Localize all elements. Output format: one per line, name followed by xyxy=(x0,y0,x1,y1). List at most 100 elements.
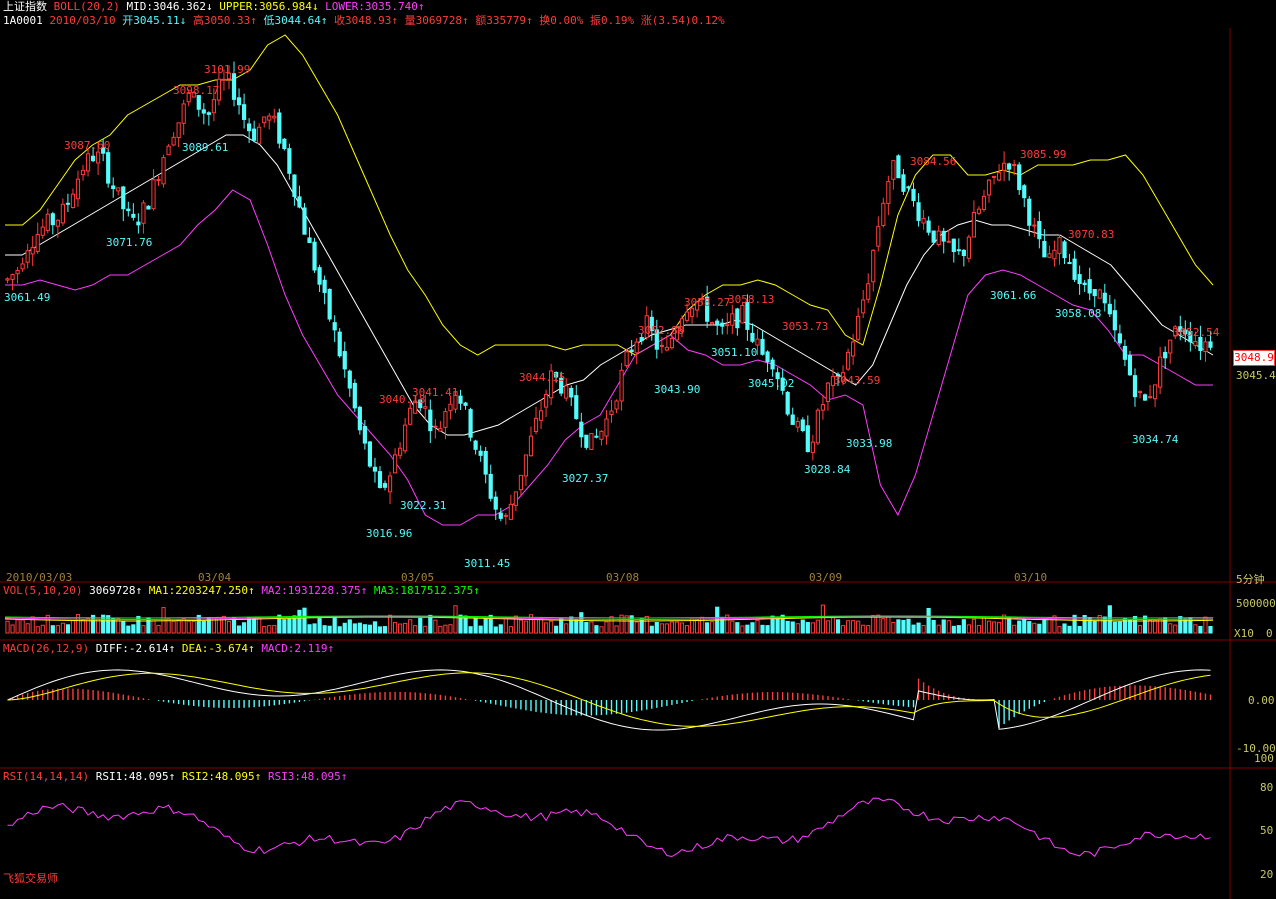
candle-body xyxy=(1022,185,1027,199)
candle-body xyxy=(297,196,302,208)
volume-bar xyxy=(664,623,669,634)
rsi-axis-20: 20 xyxy=(1260,868,1274,881)
volume-bar xyxy=(453,605,458,634)
low-price-mark: 3051.10 xyxy=(711,346,758,359)
candle-body xyxy=(1047,253,1052,258)
candle-body xyxy=(181,103,186,124)
candle-body xyxy=(956,249,961,252)
candle-body xyxy=(80,169,86,176)
volume-bar xyxy=(790,621,795,634)
volume-bar xyxy=(317,618,322,634)
candle-body xyxy=(720,322,725,327)
vol-header: VOL(5,10,20) 3069728↑ MA1:2203247.250↑ M… xyxy=(3,584,480,597)
volume-bar xyxy=(131,624,136,634)
volume-bar xyxy=(1132,616,1138,634)
candle-body xyxy=(131,213,136,218)
volume-bar xyxy=(533,618,539,634)
candle-body xyxy=(206,112,211,115)
date-label: 03/08 xyxy=(606,571,640,584)
volume-bar xyxy=(564,623,569,634)
volume-bar xyxy=(966,624,971,634)
candle-body xyxy=(352,382,357,409)
volume-bar xyxy=(428,614,433,634)
volume-bar xyxy=(403,622,408,634)
candle-body xyxy=(906,186,911,189)
candle-body xyxy=(252,128,257,141)
volume-bar xyxy=(554,625,559,634)
low-price-mark: 3011.45 xyxy=(464,557,511,570)
candle-body xyxy=(886,181,891,204)
volume-bar xyxy=(574,618,579,634)
candle-body xyxy=(468,409,473,438)
low-price-mark: 3028.84 xyxy=(804,463,851,476)
candle-body xyxy=(790,414,795,425)
volume-bar xyxy=(1147,619,1153,634)
volume-bar xyxy=(1007,616,1012,634)
macd-axis-zero: 0.00 xyxy=(1248,694,1275,707)
volume-bar xyxy=(287,618,292,634)
candle-body xyxy=(126,208,131,212)
volume-bar xyxy=(649,625,654,634)
date-label: 03/05 xyxy=(401,571,435,584)
kline-chart[interactable] xyxy=(0,0,1276,899)
candle-body xyxy=(604,418,609,437)
volume-bar xyxy=(257,616,262,634)
candle-body xyxy=(332,322,337,331)
volume-bar xyxy=(916,622,921,634)
volume-bar xyxy=(40,624,45,634)
volume-bar xyxy=(549,620,554,634)
volume-bar xyxy=(679,622,685,634)
high-price-mark: 3058.13 xyxy=(728,293,775,306)
high-price-mark: 3052.88 xyxy=(638,324,685,337)
volume-bar xyxy=(1067,625,1072,634)
volume-bar xyxy=(926,607,931,634)
rsi-label[interactable]: RSI(14,14,14) xyxy=(3,770,89,783)
candle-body xyxy=(891,160,896,180)
date-label: 03/04 xyxy=(198,571,232,584)
candle-body xyxy=(851,341,856,357)
volume-bar xyxy=(614,625,619,634)
volume-bar xyxy=(871,614,876,634)
volume-bar xyxy=(1168,623,1173,634)
volume-bar xyxy=(508,626,513,634)
macd-label[interactable]: MACD(26,12,9) xyxy=(3,642,89,655)
boll-lower-line xyxy=(5,189,1213,526)
candle-body xyxy=(866,283,871,300)
candle-body xyxy=(684,311,690,321)
candle-body xyxy=(1032,224,1037,227)
volume-bar xyxy=(1117,621,1122,634)
candle-body xyxy=(715,320,720,326)
volume-bar xyxy=(1142,615,1148,634)
volume-bar xyxy=(599,626,604,634)
candle-body xyxy=(845,351,851,370)
volume-bar xyxy=(342,622,347,634)
volume-bar xyxy=(50,625,55,634)
vol-axis-unit: X10 xyxy=(1234,627,1254,640)
volume-bar xyxy=(810,622,815,634)
low-price-mark: 3034.74 xyxy=(1132,433,1179,446)
vol-ma2: MA2:1931228.375↑ xyxy=(261,584,368,597)
volume-bar xyxy=(372,621,378,634)
volume-bar xyxy=(473,616,478,634)
volume-bar xyxy=(861,624,866,634)
volume-bar xyxy=(322,625,327,634)
candle-body xyxy=(881,202,886,226)
volume-bar xyxy=(750,622,755,634)
vol-label[interactable]: VOL(5,10,20) xyxy=(3,584,82,597)
volume-bar xyxy=(981,616,987,634)
low-price-mark: 3061.66 xyxy=(990,289,1037,302)
volume-bar xyxy=(493,626,498,634)
candle-body xyxy=(478,450,483,456)
candle-body xyxy=(861,299,866,314)
volume-bar xyxy=(408,619,413,634)
volume-bar xyxy=(765,625,770,634)
volume-bar xyxy=(443,624,448,634)
macd-header: MACD(26,12,9) DIFF:-2.614↑ DEA:-3.674↑ M… xyxy=(3,642,334,655)
high-price-mark: 3043.59 xyxy=(834,374,881,387)
volume-bar xyxy=(463,615,468,634)
high-price-mark: 3085.99 xyxy=(1020,148,1067,161)
volume-bar xyxy=(337,626,342,634)
candle-body xyxy=(392,454,398,474)
candle-body xyxy=(50,213,55,226)
period-label[interactable]: 5分钟 xyxy=(1236,571,1265,587)
